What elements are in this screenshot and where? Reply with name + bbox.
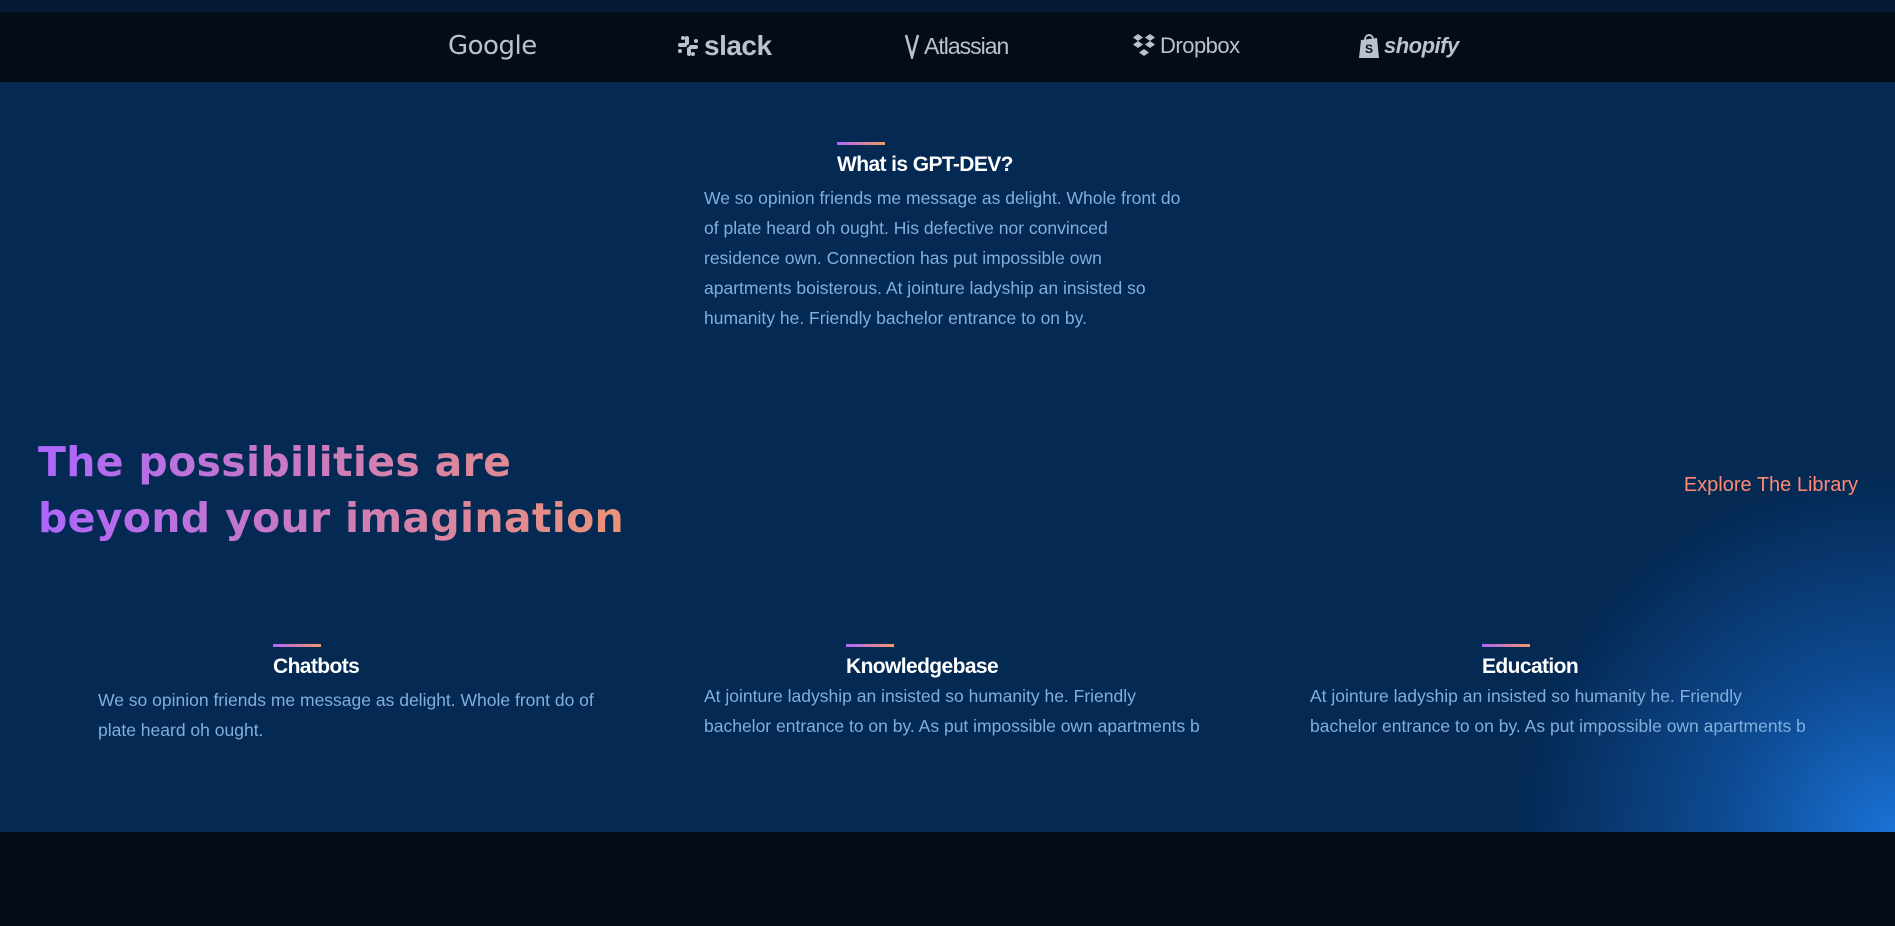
feature-heading: Education (1482, 644, 1810, 679)
feature-text: We so opinion friends me message as deli… (704, 188, 1181, 328)
dropbox-icon (1133, 34, 1155, 56)
top-strip (0, 0, 1895, 12)
possibilities-headline: The possibilities are beyond your imagin… (38, 434, 678, 546)
main-section: What is GPT-DEV? We so opinion friends m… (0, 82, 1895, 832)
feature-text: At jointure ladyship an insisted so huma… (704, 686, 1200, 736)
shopify-logo: S shopify (1358, 30, 1459, 62)
brand-name: Atlassian (924, 32, 1009, 59)
brand-strip: Google slack Atlassian Dropbox S shopify (0, 12, 1895, 82)
gradient-bar (1482, 644, 1530, 647)
explore-library-link[interactable]: Explore The Library (1684, 474, 1858, 497)
shopify-bag-icon: S (1359, 34, 1379, 58)
feature-knowledgebase: Knowledgebase At jointure ladyship an in… (704, 644, 1204, 741)
google-logo: Google (448, 30, 537, 62)
feature-title: Knowledgebase (846, 655, 999, 678)
gradient-bar (846, 644, 894, 647)
feature-title: Education (1482, 655, 1579, 678)
what-is-feature: What is GPT-DEV? We so opinion friends m… (704, 142, 1184, 333)
feature-heading: Chatbots (273, 644, 598, 679)
feature-heading: Knowledgebase (846, 644, 1204, 679)
dropbox-logo: Dropbox (1132, 30, 1240, 62)
atlassian-logo: Atlassian (904, 30, 1009, 62)
slack-icon (678, 36, 698, 56)
gradient-bar (273, 644, 321, 647)
feature-heading: What is GPT-DEV? (837, 142, 1184, 177)
svg-text:S: S (1365, 42, 1373, 56)
gradient-bar (837, 142, 885, 145)
brand-name: slack (704, 30, 772, 61)
feature-text: We so opinion friends me message as deli… (98, 690, 594, 740)
slack-logo: slack (676, 30, 772, 62)
brand-name: Google (448, 31, 537, 61)
feature-title: What is GPT-DEV? (837, 153, 1014, 176)
feature-title: Chatbots (273, 655, 360, 678)
next-section (0, 832, 1895, 926)
brand-name: Dropbox (1160, 33, 1240, 58)
feature-text: At jointure ladyship an insisted so huma… (1310, 686, 1806, 736)
atlassian-icon (904, 34, 920, 59)
feature-chatbots: Chatbots We so opinion friends me messag… (98, 644, 598, 745)
brand-name: shopify (1384, 33, 1459, 58)
feature-education: Education At jointure ladyship an insist… (1310, 644, 1810, 741)
